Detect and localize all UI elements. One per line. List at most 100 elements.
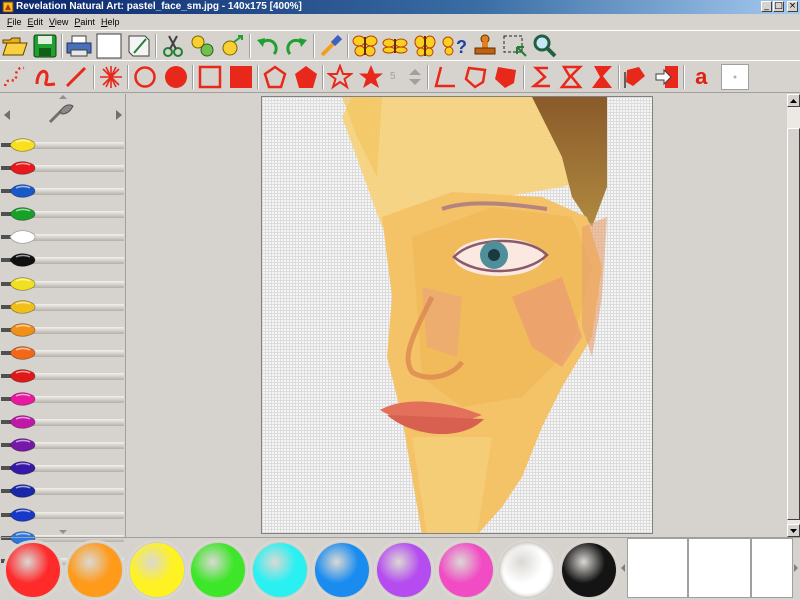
- paint-tube[interactable]: [0, 434, 126, 457]
- butterfly-tool-2[interactable]: [380, 32, 410, 60]
- color-picker-button[interactable]: [316, 32, 346, 60]
- menu-file[interactable]: File: [4, 17, 25, 27]
- paint-tube[interactable]: [0, 504, 126, 527]
- panel-prev-arrow-icon[interactable]: [3, 109, 11, 121]
- flood-fill-tool[interactable]: [621, 62, 652, 92]
- square-outline-icon: [199, 65, 222, 88]
- spray-tool[interactable]: [96, 62, 127, 92]
- paintbrush-icon[interactable]: [46, 100, 76, 126]
- save-button[interactable]: [30, 32, 60, 60]
- freehand-tool[interactable]: [31, 62, 62, 92]
- floppy-disk-icon: [33, 34, 57, 57]
- maximize-button[interactable]: □: [773, 1, 784, 12]
- import-tool[interactable]: [652, 62, 683, 92]
- paint-tube[interactable]: [0, 365, 126, 388]
- undo-button[interactable]: [252, 32, 282, 60]
- polyline-tool[interactable]: [430, 62, 461, 92]
- select-button[interactable]: [500, 32, 530, 60]
- rectangle-filled-tool[interactable]: [226, 62, 257, 92]
- paint-tube[interactable]: [0, 134, 126, 157]
- butterfly-tool-1[interactable]: [350, 32, 380, 60]
- current-color-swatch[interactable]: [720, 63, 749, 90]
- paint-orange[interactable]: [67, 543, 122, 597]
- zoom-button[interactable]: [530, 32, 560, 60]
- recent-colors-prev-icon[interactable]: [620, 563, 626, 573]
- stepper-up-icon[interactable]: [408, 68, 422, 76]
- close-button[interactable]: ×: [787, 1, 798, 12]
- menu-view[interactable]: View: [46, 17, 71, 27]
- paste-button[interactable]: [218, 32, 248, 60]
- pentagon-outline-tool[interactable]: [260, 62, 291, 92]
- butterfly-help-button[interactable]: ?: [440, 32, 470, 60]
- paint-white[interactable]: [500, 543, 555, 597]
- butterfly-icon: [414, 35, 436, 56]
- paint-tube[interactable]: [0, 480, 126, 503]
- paint-tube[interactable]: [0, 249, 126, 272]
- new-canvas-button[interactable]: [94, 32, 124, 60]
- copy-button[interactable]: [188, 32, 218, 60]
- window-title: Revelation Natural Art: pastel_face_sm.j…: [16, 1, 302, 12]
- paint-tube[interactable]: [0, 411, 126, 434]
- circle-filled-tool[interactable]: [161, 62, 192, 92]
- paint-tube[interactable]: [0, 388, 126, 411]
- menu-paint[interactable]: Paint: [71, 17, 98, 27]
- panel-scroll-down-icon[interactable]: [58, 529, 68, 535]
- redo-button[interactable]: [282, 32, 312, 60]
- pastel-face-artwork: [342, 97, 607, 533]
- menu-edit[interactable]: Edit: [25, 17, 47, 27]
- cut-button[interactable]: [158, 32, 188, 60]
- paint-tube[interactable]: [0, 157, 126, 180]
- star-filled-tool[interactable]: [356, 62, 387, 92]
- paint-tube[interactable]: [0, 203, 126, 226]
- open-folder-icon: [2, 37, 28, 55]
- paint-yellow[interactable]: [129, 543, 184, 597]
- paint-tube[interactable]: [0, 457, 126, 480]
- paint-tube[interactable]: [0, 273, 126, 296]
- closed-curve-outline-tool[interactable]: [556, 62, 587, 92]
- paint-tube[interactable]: [0, 226, 126, 249]
- paint-black[interactable]: [562, 543, 617, 597]
- vertical-scrollbar[interactable]: [787, 94, 800, 537]
- paint-violet[interactable]: [376, 543, 431, 597]
- recent-colors-next-icon[interactable]: [793, 563, 799, 573]
- recent-color-slot-2[interactable]: [688, 538, 751, 598]
- paint-green[interactable]: [191, 543, 246, 597]
- canvas-paper-button[interactable]: [124, 32, 154, 60]
- paint-tube[interactable]: [0, 180, 126, 203]
- paint-blue[interactable]: [315, 543, 369, 597]
- polygon-outline-tool[interactable]: [461, 62, 492, 92]
- minimize-button[interactable]: _: [761, 1, 772, 12]
- curve-s-tool[interactable]: [526, 62, 557, 92]
- scroll-down-button[interactable]: [787, 524, 800, 537]
- butterfly-tool-3[interactable]: [410, 32, 440, 60]
- circle-outline-tool[interactable]: [130, 62, 161, 92]
- menu-help[interactable]: Help: [98, 17, 123, 27]
- drawing-canvas[interactable]: [261, 96, 653, 534]
- paint-pink[interactable]: [438, 543, 493, 597]
- star-outline-tool[interactable]: [325, 62, 356, 92]
- stamp-button[interactable]: [470, 32, 500, 60]
- recent-color-slot-1[interactable]: [627, 538, 688, 598]
- scroll-thumb[interactable]: [787, 128, 800, 520]
- open-button[interactable]: [0, 32, 30, 60]
- paint-red[interactable]: [6, 543, 60, 597]
- polygon-filled-tool[interactable]: [491, 62, 522, 92]
- toolbar-separator: [249, 33, 251, 58]
- dotted-curve-tool[interactable]: [0, 62, 31, 92]
- pentagon-filled-tool[interactable]: [291, 62, 322, 92]
- paint-tube[interactable]: [0, 342, 126, 365]
- closed-curve-filled-tool[interactable]: [587, 62, 618, 92]
- recent-color-slot-3[interactable]: [751, 538, 793, 598]
- stepper-down-icon[interactable]: [408, 78, 422, 86]
- paint-tube[interactable]: [0, 296, 126, 319]
- paint-cyan[interactable]: [253, 543, 308, 597]
- panel-next-arrow-icon[interactable]: [115, 109, 123, 121]
- closed-curve-filled-icon: [591, 65, 612, 88]
- brush-size-stepper[interactable]: 5: [386, 63, 426, 91]
- line-tool[interactable]: [61, 62, 92, 92]
- paint-tube[interactable]: [0, 319, 126, 342]
- text-tool[interactable]: a: [686, 62, 717, 92]
- rectangle-outline-tool[interactable]: [195, 62, 226, 92]
- print-button[interactable]: [64, 32, 94, 60]
- scroll-up-button[interactable]: [787, 94, 800, 107]
